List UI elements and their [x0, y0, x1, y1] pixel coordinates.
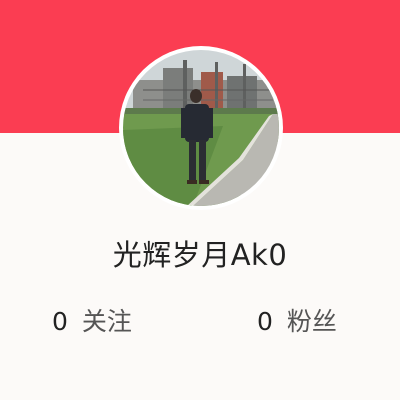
- followers-count: 0: [257, 307, 273, 336]
- avatar[interactable]: [123, 50, 279, 206]
- avatar-photo: [123, 50, 279, 206]
- avatar-frame[interactable]: [119, 46, 283, 210]
- following-stat[interactable]: 0 关注: [52, 302, 132, 338]
- following-label: 关注: [81, 307, 132, 336]
- following-count: 0: [52, 307, 68, 336]
- followers-label: 粉丝: [286, 307, 337, 336]
- followers-stat[interactable]: 0 粉丝: [257, 302, 337, 338]
- profile-page: 光辉岁月Ak0 0 关注 0 粉丝: [0, 0, 400, 400]
- username: 光辉岁月Ak0: [112, 238, 288, 272]
